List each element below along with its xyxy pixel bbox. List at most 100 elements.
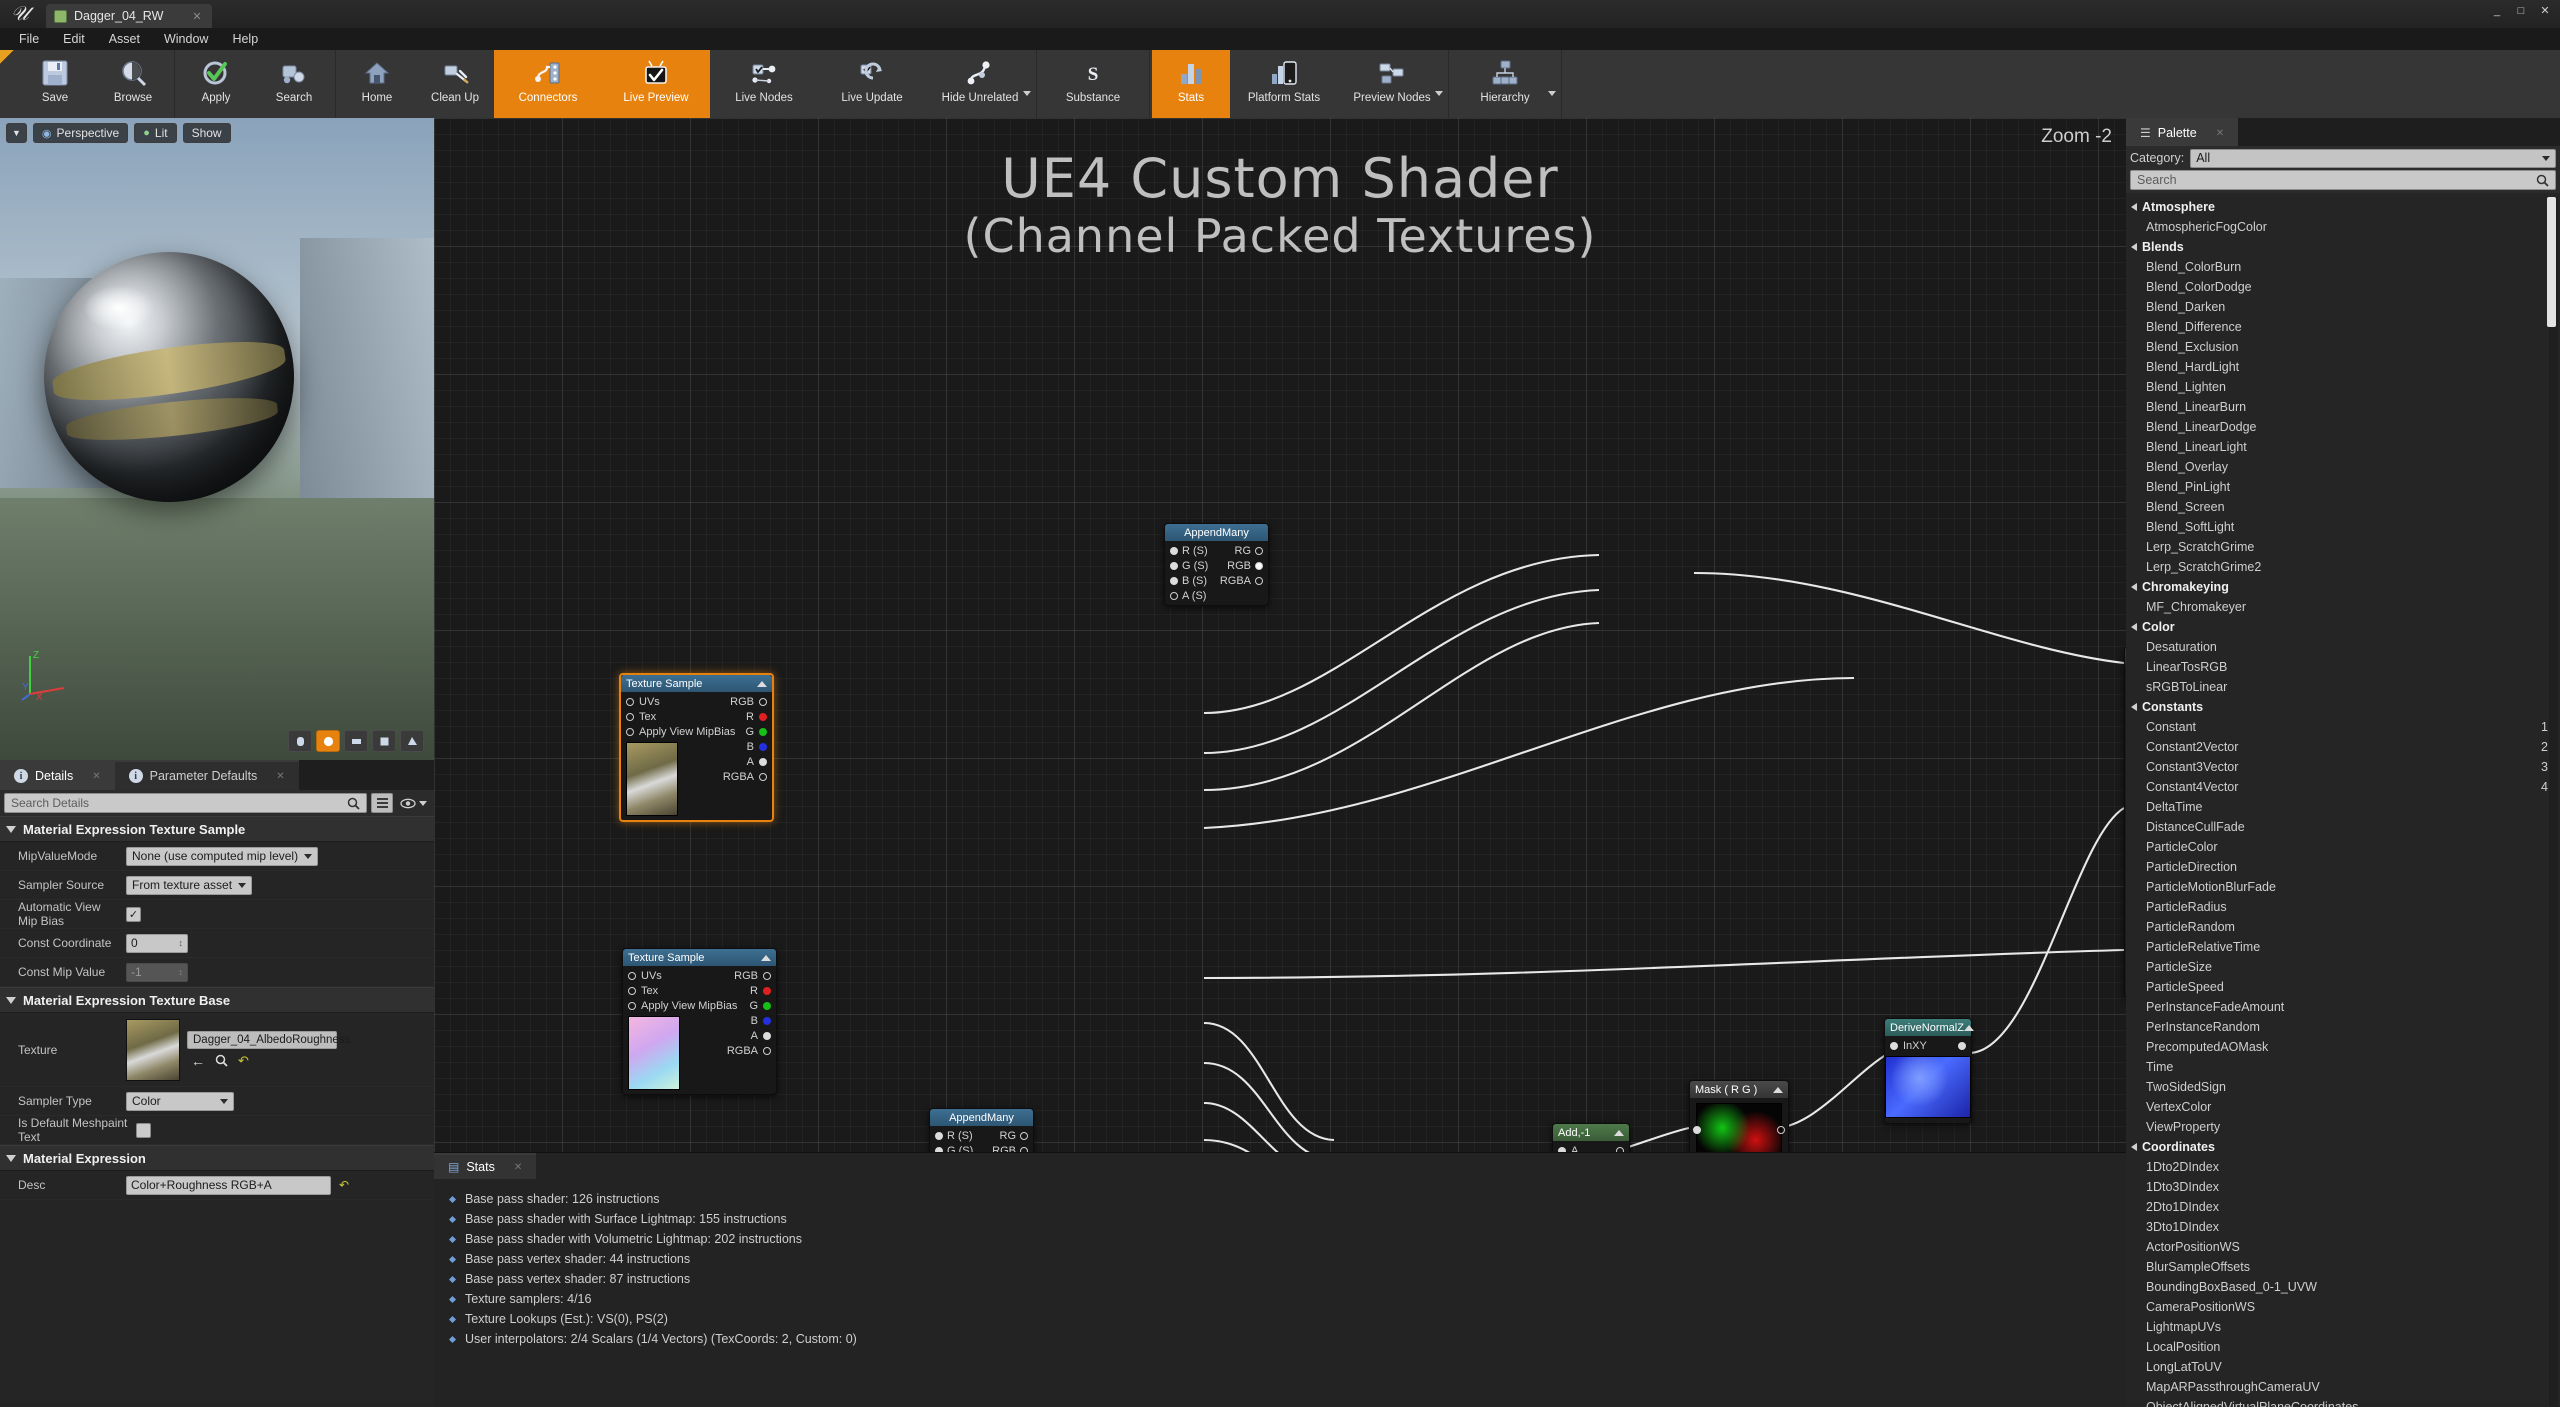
palette-item-list[interactable]: Atmosphere AtmosphericFogColor Blends Bl…: [2126, 197, 2560, 1407]
texture-thumbnail[interactable]: [126, 1019, 180, 1081]
palette-item-camerapositionws[interactable]: CameraPositionWS: [2126, 1297, 2560, 1317]
platform-stats-button[interactable]: Platform Stats: [1230, 50, 1338, 118]
node-texture-sample-normal[interactable]: Texture Sample UVs RGB Tex R Apply View …: [622, 948, 777, 1095]
node-collapse-icon-mask[interactable]: [1773, 1087, 1783, 1093]
palette-scrollbar-thumb[interactable]: [2547, 197, 2556, 327]
input-pin-uvs-1[interactable]: [626, 698, 634, 706]
save-button[interactable]: Save: [16, 50, 94, 118]
node-header-texture-sample-albedo[interactable]: Texture Sample: [621, 675, 772, 692]
output-pin-mask[interactable]: [1777, 1126, 1785, 1134]
spinner-icon-2[interactable]: ↕: [179, 967, 184, 977]
palette-search-input[interactable]: Search: [2130, 170, 2556, 190]
live-update-button[interactable]: Live Update: [818, 50, 926, 118]
palette-item-particledirection[interactable]: ParticleDirection: [2126, 857, 2560, 877]
palette-item-particlemotionblurfade[interactable]: ParticleMotionBlurFade: [2126, 877, 2560, 897]
palette-item-blend-hardlight[interactable]: Blend_HardLight: [2126, 357, 2560, 377]
palette-category-select[interactable]: All: [2190, 149, 2556, 168]
category-expand-icon-0[interactable]: [2131, 203, 2137, 211]
input-pin-append-bot-r[interactable]: [935, 1132, 943, 1140]
node-header-texture-sample-normal[interactable]: Texture Sample: [623, 949, 776, 966]
hierarchy-chevron-down-icon[interactable]: [1548, 91, 1556, 96]
section-material-expression[interactable]: Material Expression: [0, 1145, 434, 1171]
section-collapse-icon-2[interactable]: [6, 997, 16, 1004]
node-header-append-many-bottom[interactable]: AppendMany: [930, 1109, 1033, 1126]
preview-plane-button[interactable]: [344, 730, 368, 752]
clean-up-button[interactable]: Clean Up: [416, 50, 494, 118]
preview-mesh-sphere[interactable]: [44, 252, 294, 502]
node-collapse-icon-add[interactable]: [1614, 1130, 1624, 1136]
node-collapse-icon-derive[interactable]: [1964, 1025, 1974, 1031]
palette-item-vertexcolor[interactable]: VertexColor: [2126, 1097, 2560, 1117]
node-collapse-icon-1[interactable]: [757, 681, 767, 687]
live-preview-button[interactable]: Live Preview: [602, 50, 710, 118]
category-expand-icon-4[interactable]: [2131, 703, 2137, 711]
input-pin-tex-2[interactable]: [628, 987, 636, 995]
input-pin-mipbias-1[interactable]: [626, 728, 634, 736]
palette-item-particlesize[interactable]: ParticleSize: [2126, 957, 2560, 977]
preview-nodes-chevron-down-icon[interactable]: [1435, 91, 1443, 96]
category-expand-icon-1[interactable]: [2131, 243, 2137, 251]
palette-item-blend-colordodge[interactable]: Blend_ColorDodge: [2126, 277, 2560, 297]
output-pin-b-1[interactable]: [759, 743, 767, 751]
palette-item-blend-linearburn[interactable]: Blend_LinearBurn: [2126, 397, 2560, 417]
reset-to-default-icon[interactable]: ↶: [238, 1053, 249, 1069]
details-visibility-chevron-down-icon[interactable]: [419, 801, 427, 806]
palette-item-localposition[interactable]: LocalPosition: [2126, 1337, 2560, 1357]
palette-item-precomputedaomask[interactable]: PrecomputedAOMask: [2126, 1037, 2560, 1057]
palette-item-mararpassthroughcamerauv[interactable]: MapARPassthroughCameraUV: [2126, 1377, 2560, 1397]
palette-item-constant4vector[interactable]: Constant4Vector4: [2126, 777, 2560, 797]
palette-item-viewproperty[interactable]: ViewProperty: [2126, 1117, 2560, 1137]
section-collapse-icon-3[interactable]: [6, 1155, 16, 1162]
hide-unrelated-chevron-down-icon[interactable]: [1023, 91, 1031, 96]
browse-button[interactable]: Browse: [94, 50, 172, 118]
palette-item-srgbtolinear[interactable]: sRGBToLinear: [2126, 677, 2560, 697]
desc-reset-icon[interactable]: ↶: [339, 1178, 349, 1192]
input-pin-append-top-b[interactable]: [1170, 577, 1178, 585]
output-pin-append-top-rgb[interactable]: [1255, 562, 1263, 570]
palette-item-lightmapuvs[interactable]: LightmapUVs: [2126, 1317, 2560, 1337]
palette-item-blend-difference[interactable]: Blend_Difference: [2126, 317, 2560, 337]
palette-item-twosidedsign[interactable]: TwoSidedSign: [2126, 1077, 2560, 1097]
tab-details-close-icon[interactable]: ✕: [92, 771, 100, 782]
output-pin-a-1[interactable]: [759, 758, 767, 766]
automatic-view-mip-bias-checkbox[interactable]: ✓: [126, 907, 141, 922]
node-collapse-icon-2[interactable]: [761, 955, 771, 961]
input-pin-uvs-2[interactable]: [628, 972, 636, 980]
output-pin-rgba-2[interactable]: [763, 1047, 771, 1055]
spinner-icon-1[interactable]: ↕: [179, 938, 184, 948]
palette-item-blend-colorburn[interactable]: Blend_ColorBurn: [2126, 257, 2560, 277]
input-pin-mask[interactable]: [1693, 1126, 1701, 1134]
tab-parameter-defaults-close-icon[interactable]: ✕: [276, 771, 284, 782]
palette-item-blend-lighten[interactable]: Blend_Lighten: [2126, 377, 2560, 397]
viewport-show-button[interactable]: Show: [183, 123, 231, 143]
output-pin-r-1[interactable]: [759, 713, 767, 721]
palette-item-blend-linearlight[interactable]: Blend_LinearLight: [2126, 437, 2560, 457]
node-derive-normalz[interactable]: DeriveNormalZ InXY: [1884, 1018, 1972, 1124]
output-pin-r-2[interactable]: [763, 987, 771, 995]
palette-item-mf-chromakeyer[interactable]: MF_Chromakeyer: [2126, 597, 2560, 617]
output-pin-rgba-1[interactable]: [759, 773, 767, 781]
output-pin-append-top-rgba[interactable]: [1255, 577, 1263, 585]
palette-item-blend-softlight[interactable]: Blend_SoftLight: [2126, 517, 2560, 537]
viewport-perspective-button[interactable]: ◉ Perspective: [33, 123, 128, 143]
palette-category-chromakeying[interactable]: Chromakeying: [2126, 577, 2560, 597]
viewport-lit-button[interactable]: ● Lit: [134, 123, 176, 143]
apply-button[interactable]: Apply: [177, 50, 255, 118]
palette-item-lerp-scratchgrime2[interactable]: Lerp_ScratchGrime2: [2126, 557, 2560, 577]
palette-item-lineartosrgb[interactable]: LinearTosRGB: [2126, 657, 2560, 677]
palette-item-1dto2dindex[interactable]: 1Dto2DIndex: [2126, 1157, 2560, 1177]
palette-item-perinstancerandom[interactable]: PerInstanceRandom: [2126, 1017, 2560, 1037]
close-button[interactable]: ✕: [2538, 4, 2552, 17]
document-tab-close-icon[interactable]: ✕: [192, 10, 201, 23]
live-nodes-button[interactable]: Live Nodes: [710, 50, 818, 118]
palette-item-blend-overlay[interactable]: Blend_Overlay: [2126, 457, 2560, 477]
menu-item-asset[interactable]: Asset: [98, 29, 151, 49]
palette-item-blursampleoffsets[interactable]: BlurSampleOffsets: [2126, 1257, 2560, 1277]
node-header-add[interactable]: Add,-1: [1553, 1124, 1629, 1141]
is-default-meshpaint-texture-checkbox[interactable]: [136, 1123, 151, 1138]
hierarchy-button[interactable]: Hierarchy: [1451, 50, 1559, 118]
const-mip-value-input[interactable]: -1 ↕: [126, 963, 188, 982]
menu-item-window[interactable]: Window: [153, 29, 219, 49]
material-graph-canvas[interactable]: Zoom -2 UE4 Custom Shader (Channel Packe…: [434, 118, 2126, 1407]
palette-item-particlecolor[interactable]: ParticleColor: [2126, 837, 2560, 857]
